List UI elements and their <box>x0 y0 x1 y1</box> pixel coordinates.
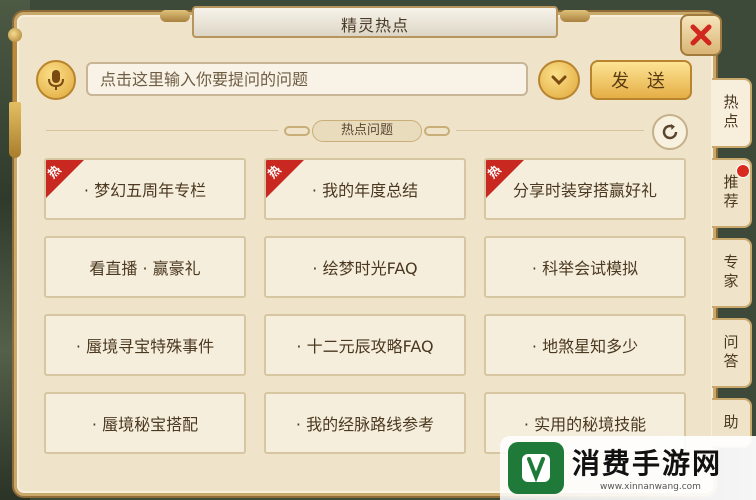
hot-badge: 热 <box>486 160 532 206</box>
question-label: · 地煞星知多少 <box>531 337 639 356</box>
question-button[interactable]: · 我的经脉路线参考 <box>264 392 466 454</box>
section-header: 热点问题 <box>282 118 452 144</box>
close-icon <box>690 24 712 46</box>
question-label: · 蜃境寻宝特殊事件 <box>75 337 215 356</box>
question-label: · 我的年度总结 <box>311 181 419 200</box>
send-button[interactable]: 发 送 <box>590 60 692 100</box>
close-button[interactable] <box>680 14 722 56</box>
question-label: 分享时装穿搭赢好礼 <box>512 181 657 200</box>
question-label: · 科举会试模拟 <box>531 259 639 278</box>
question-button[interactable]: · 科举会试模拟 <box>484 236 686 298</box>
question-input[interactable] <box>86 62 528 96</box>
notification-dot <box>736 164 750 178</box>
question-button[interactable]: 热 分享时装穿搭赢好礼 <box>484 158 686 220</box>
refresh-icon <box>662 124 678 140</box>
scroll-ornament-right <box>424 126 450 136</box>
voice-input-button[interactable] <box>36 60 76 100</box>
question-label: · 十二元辰攻略FAQ <box>296 337 434 356</box>
tab-label: 助 <box>721 413 740 433</box>
question-label: · 实用的秘境技能 <box>523 415 647 434</box>
title-ornament-left <box>160 10 190 22</box>
hot-badge: 热 <box>266 160 312 206</box>
question-button[interactable]: 热 · 我的年度总结 <box>264 158 466 220</box>
scroll-ornament-left <box>284 126 310 136</box>
question-label: 看直播 · 赢豪礼 <box>89 259 201 278</box>
divider-right <box>456 130 644 131</box>
tab-label: 推荐 <box>721 174 740 212</box>
microphone-icon <box>48 70 64 90</box>
question-button[interactable]: 看直播 · 赢豪礼 <box>44 236 246 298</box>
watermark-url: www.xinnanwang.com <box>600 482 701 492</box>
tab-label: 专家 <box>721 254 740 292</box>
history-dropdown-button[interactable] <box>538 60 580 100</box>
tab-qa[interactable]: 问答 <box>712 318 752 388</box>
tab-label: 问答 <box>721 334 740 372</box>
question-label: · 梦幻五周年专栏 <box>83 181 207 200</box>
question-label: · 绘梦时光FAQ <box>312 259 418 278</box>
tassel-ornament <box>6 28 24 158</box>
title-ornament-right <box>560 10 590 22</box>
question-label: · 我的经脉路线参考 <box>295 415 435 434</box>
question-button[interactable]: · 十二元辰攻略FAQ <box>264 314 466 376</box>
tab-expert[interactable]: 专家 <box>712 238 752 308</box>
watermark-name: 消费手游网 <box>572 447 723 480</box>
question-button[interactable]: · 绘梦时光FAQ <box>264 236 466 298</box>
watermark-logo-icon <box>508 442 564 494</box>
question-label: · 蜃境秘宝搭配 <box>91 415 199 434</box>
site-watermark: 消费手游网 www.xinnanwang.com <box>500 436 756 500</box>
hot-badge: 热 <box>46 160 92 206</box>
window-title: 精灵热点 <box>340 16 409 35</box>
refresh-button[interactable] <box>652 114 688 150</box>
tab-label: 热点 <box>721 94 740 132</box>
section-title: 热点问题 <box>312 120 422 142</box>
question-button[interactable]: · 蜃境秘宝搭配 <box>44 392 246 454</box>
title-bar: 精灵热点 <box>192 6 558 38</box>
question-button[interactable]: · 蜃境寻宝特殊事件 <box>44 314 246 376</box>
question-button[interactable]: 热 · 梦幻五周年专栏 <box>44 158 246 220</box>
question-button[interactable]: · 地煞星知多少 <box>484 314 686 376</box>
tab-recommend[interactable]: 推荐 <box>712 158 752 228</box>
divider-left <box>46 130 278 131</box>
chevron-down-icon <box>551 75 567 86</box>
tab-hotspot[interactable]: 热点 <box>712 78 752 148</box>
